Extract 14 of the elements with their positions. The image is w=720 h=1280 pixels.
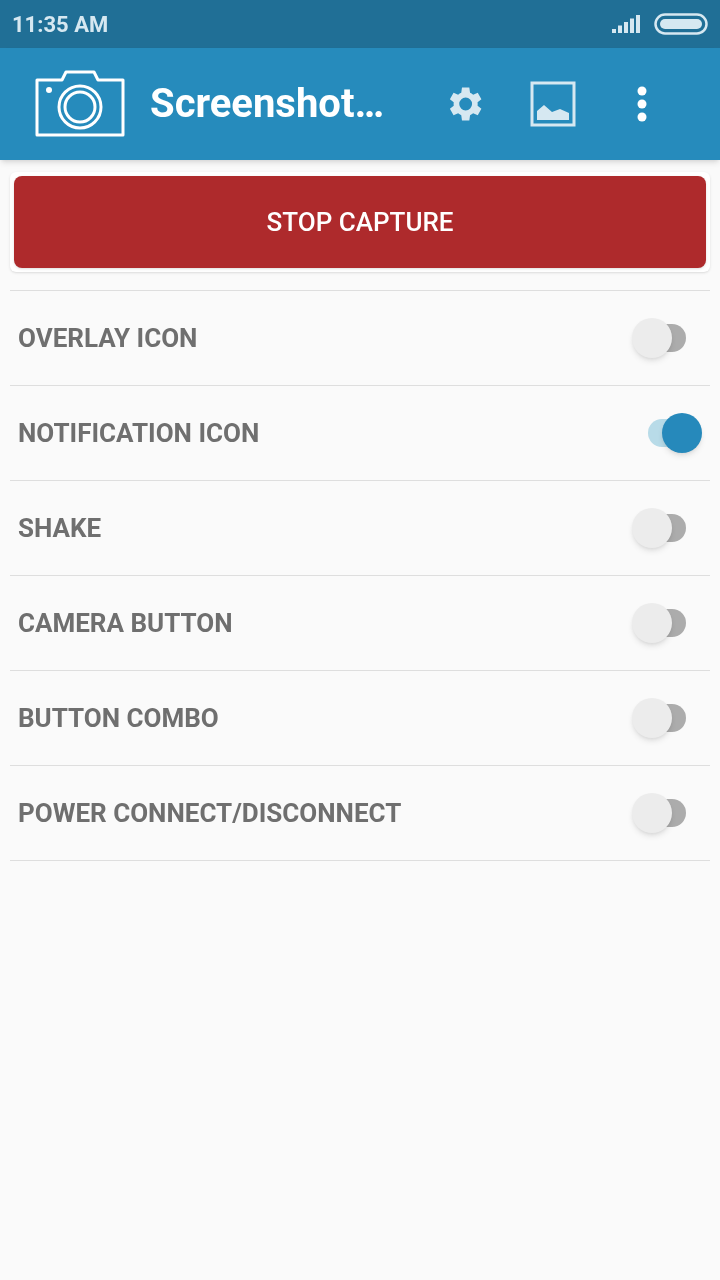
camera-icon [34, 70, 126, 138]
setting-label: OVERLAY ICON [18, 321, 198, 355]
status-time: 11:35 AM [12, 10, 109, 39]
more-icon[interactable] [636, 86, 648, 122]
setting-label: CAMERA BUTTON [18, 606, 233, 640]
gallery-icon[interactable] [530, 81, 576, 127]
setting-label: NOTIFICATION ICON [18, 416, 260, 450]
setting-label: BUTTON COMBO [18, 701, 219, 735]
signal-icon [612, 15, 642, 33]
stop-capture-button[interactable]: STOP CAPTURE [14, 176, 706, 268]
setting-label: POWER CONNECT/DISCONNECT [18, 796, 402, 830]
battery-icon [654, 13, 708, 35]
app-title: Screenshot… [150, 79, 386, 129]
setting-label: SHAKE [18, 511, 102, 545]
